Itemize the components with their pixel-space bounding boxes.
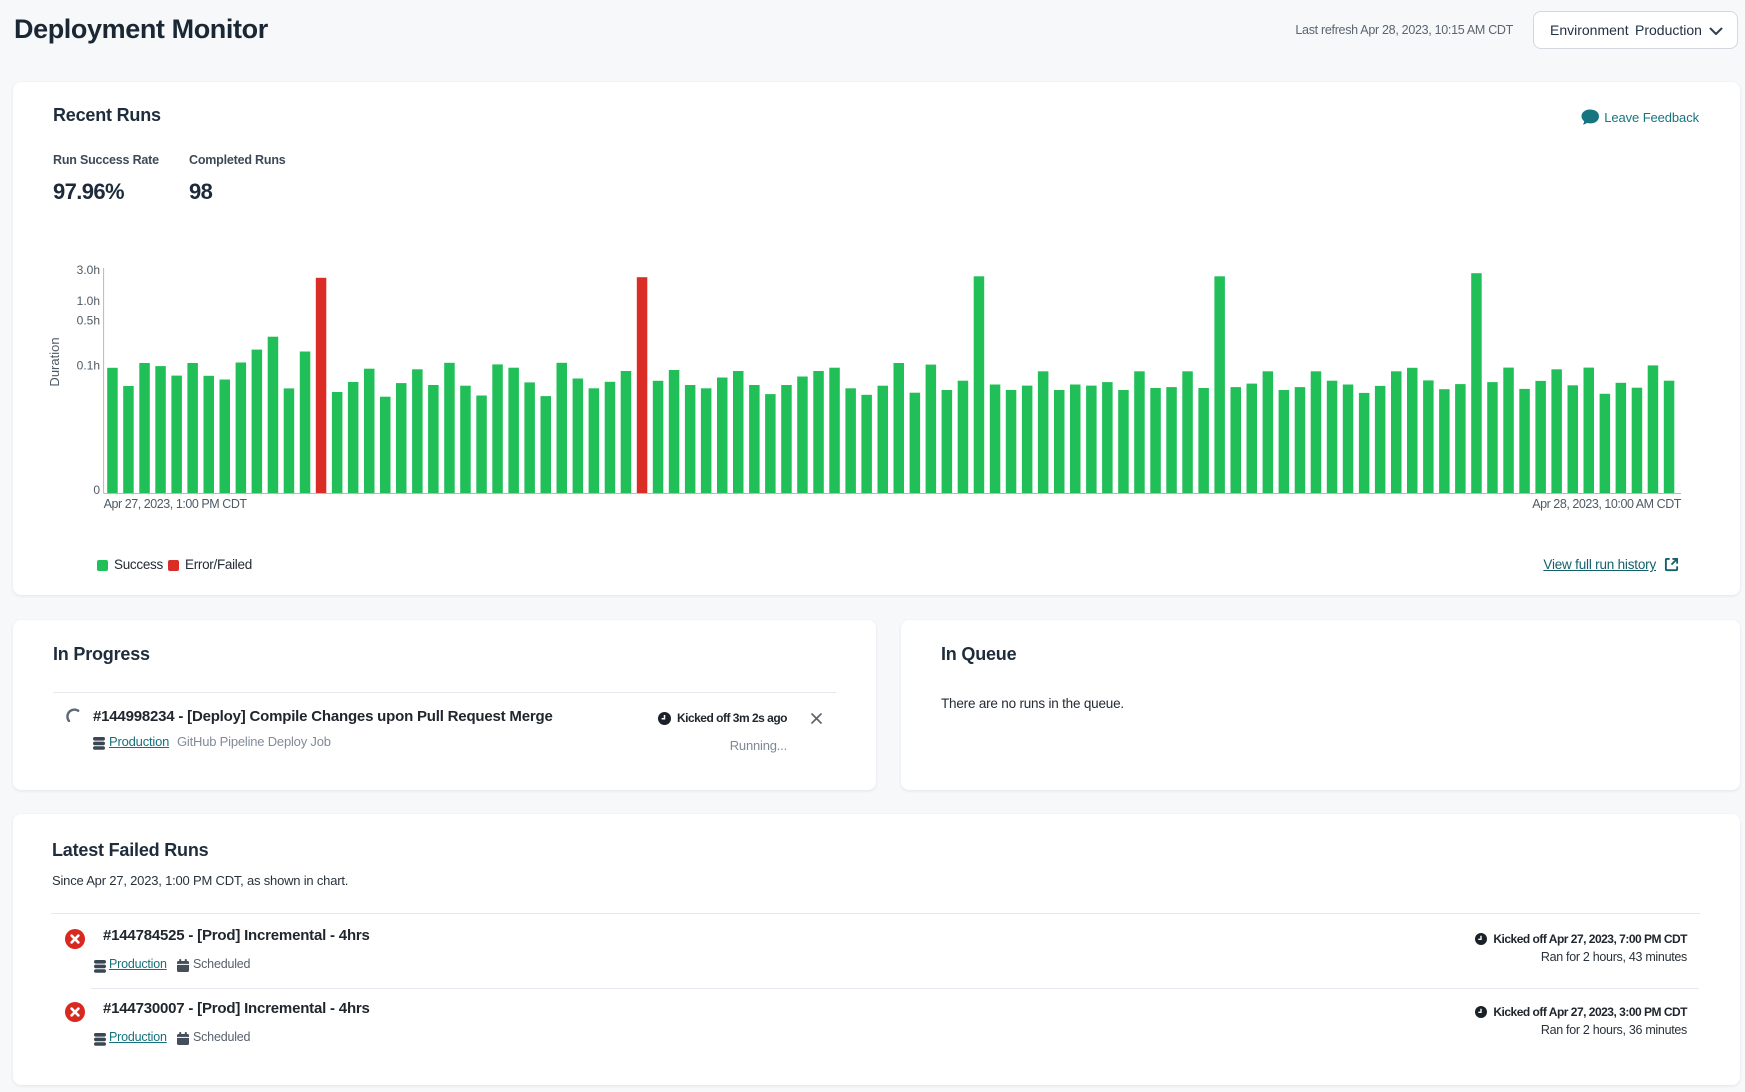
svg-text:Apr 28, 2023, 10:00 AM CDT: Apr 28, 2023, 10:00 AM CDT bbox=[1532, 497, 1682, 511]
svg-text:3.0h: 3.0h bbox=[77, 263, 100, 277]
svg-text:Duration: Duration bbox=[47, 337, 62, 386]
svg-text:0: 0 bbox=[93, 483, 100, 497]
svg-text:Apr 27, 2023, 1:00 PM CDT: Apr 27, 2023, 1:00 PM CDT bbox=[104, 497, 248, 511]
svg-text:0.5h: 0.5h bbox=[77, 314, 100, 328]
svg-text:1.0h: 1.0h bbox=[77, 294, 100, 308]
svg-text:0.1h: 0.1h bbox=[77, 359, 100, 373]
